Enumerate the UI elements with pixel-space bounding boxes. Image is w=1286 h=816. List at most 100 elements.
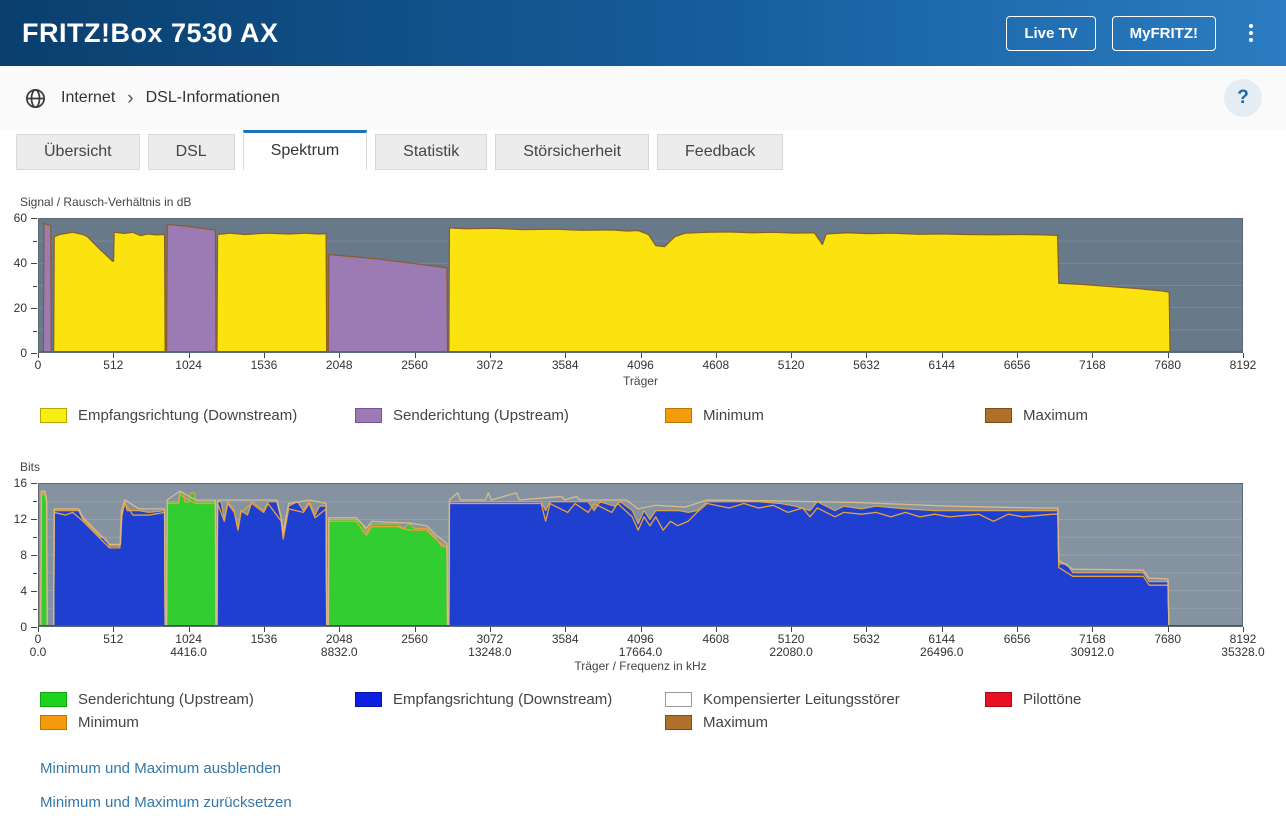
actions: Minimum und Maximum ausblenden Minimum u… [40,760,1286,811]
legend-item-pilottoene: Pilottöne [985,691,1081,708]
kompensierter-swatch [665,692,692,707]
minimum-swatch [665,408,692,423]
y-tick-label: 16 [14,476,27,490]
legend-label: Minimum [703,407,764,424]
y-tick-label: 4 [20,584,27,598]
x-tick-label: 6656 [1004,358,1031,372]
y-tick-minor [33,286,37,287]
x-tick-frequency-label: 17664.0 [619,645,662,659]
bits-x-axis-label: Träger / Frequenz in kHz [38,659,1243,673]
help-button[interactable]: ? [1224,79,1262,117]
x-tick-label: 5632 [853,358,880,372]
bits-x-axis: 0512102415362048256030723584409646085120… [38,627,1243,658]
legend-label: Empfangsrichtung (Downstream) [393,691,612,708]
x-tick-frequency-label: 26496.0 [920,645,963,659]
legend-label: Maximum [1023,407,1088,424]
hide-minmax-link[interactable]: Minimum und Maximum ausblenden [40,760,1286,777]
x-tick-label: 2048 [326,632,353,646]
legend-label: Empfangsrichtung (Downstream) [78,407,297,424]
legend-label: Kompensierter Leitungsstörer [703,691,900,708]
downstream-swatch [355,692,382,707]
y-tick [31,483,37,484]
snr-x-axis-label: Träger [38,374,1243,388]
bits-chart-section: Bits 0481216 051210241536204825603072358… [0,460,1286,737]
x-tick-label: 7680 [1154,358,1181,372]
y-tick-minor [33,573,37,574]
x-tick-frequency-label: 13248.0 [468,645,511,659]
x-tick-label: 5632 [853,632,880,646]
x-tick-label: 7168 [1079,632,1106,646]
upstream-swatch [355,408,382,423]
maximum-swatch [985,408,1012,423]
upstream-swatch [40,692,67,707]
app-title: FRITZ!Box 7530 AX [22,18,990,49]
legend-label: Minimum [78,714,139,731]
breadcrumb-section[interactable]: Internet [61,89,115,107]
y-tick-label: 60 [14,211,27,225]
x-tick-label: 6144 [928,358,955,372]
snr-y-axis: 0204060 [0,218,37,353]
legend-item-maximum: Maximum [665,714,768,731]
y-tick-minor [33,609,37,610]
x-tick-label: 1024 [175,632,202,646]
x-tick-label: 1536 [251,632,278,646]
y-tick-label: 0 [20,346,27,360]
x-tick-frequency-label: 22080.0 [769,645,812,659]
bits-legend-row2: Minimum Maximum [0,714,1286,737]
legend-item-minimum: Minimum [665,407,764,424]
legend-item-minimum: Minimum [40,714,139,731]
x-tick-label: 0 [35,358,42,372]
x-tick-label: 3072 [477,358,504,372]
x-tick-label: 3584 [552,358,579,372]
myfritz-button[interactable]: MyFRITZ! [1112,16,1216,51]
breadcrumb-page: DSL-Informationen [146,89,280,107]
y-tick-minor [33,331,37,332]
legend-item-upstream: Senderichtung (Upstream) [40,691,254,708]
y-tick [31,263,37,264]
bit-loading-canvas [39,484,1242,626]
x-tick-frequency-label: 30912.0 [1071,645,1114,659]
x-tick-label: 4608 [702,358,729,372]
bits-legend-row1: Senderichtung (Upstream) Empfangsrichtun… [0,691,1286,714]
downstream-swatch [40,408,67,423]
x-tick-label: 2560 [401,358,428,372]
tab-stoersicherheit[interactable]: Störsicherheit [495,134,649,170]
x-tick-label: 512 [103,358,123,372]
tab-dsl[interactable]: DSL [148,134,235,170]
snr-chart-title: Signal / Rausch-Verhältnis in dB [20,195,1286,209]
x-tick-label: 4096 [627,358,654,372]
x-tick-label: 1024 [175,358,202,372]
x-tick-label: 0 [35,632,42,646]
tab-uebersicht[interactable]: Übersicht [16,134,140,170]
bits-plot-area [38,483,1243,627]
x-tick-label: 4096 [627,632,654,646]
x-tick-label: 2560 [401,632,428,646]
legend-label: Pilottöne [1023,691,1081,708]
reset-minmax-link[interactable]: Minimum und Maximum zurücksetzen [40,794,1286,811]
bits-chart-title: Bits [20,460,1286,474]
x-tick-frequency-label: 8832.0 [321,645,358,659]
x-tick-frequency-label: 0.0 [30,645,47,659]
tab-feedback[interactable]: Feedback [657,134,783,170]
tab-spektrum[interactable]: Spektrum [243,130,367,170]
globe-icon [24,87,47,110]
y-tick [31,555,37,556]
live-tv-button[interactable]: Live TV [1006,16,1095,51]
x-tick-label: 8192 [1230,358,1257,372]
x-tick-label: 4608 [702,632,729,646]
overflow-menu-icon[interactable] [1238,18,1264,48]
x-tick-label: 2048 [326,358,353,372]
bits-y-axis: 0481216 [0,483,37,627]
y-tick [31,308,37,309]
snr-plot-area [38,218,1243,353]
tab-statistik[interactable]: Statistik [375,134,487,170]
y-tick [31,627,37,628]
y-tick [31,353,37,354]
breadcrumb: Internet › DSL-Informationen ? [0,66,1286,130]
y-tick [31,591,37,592]
y-tick-label: 40 [14,256,27,270]
app-header: FRITZ!Box 7530 AX Live TV MyFRITZ! [0,0,1286,66]
snr-legend: Empfangsrichtung (Downstream) Sendericht… [0,407,1286,430]
x-tick-label: 5120 [778,632,805,646]
x-tick-label: 8192 [1230,632,1257,646]
